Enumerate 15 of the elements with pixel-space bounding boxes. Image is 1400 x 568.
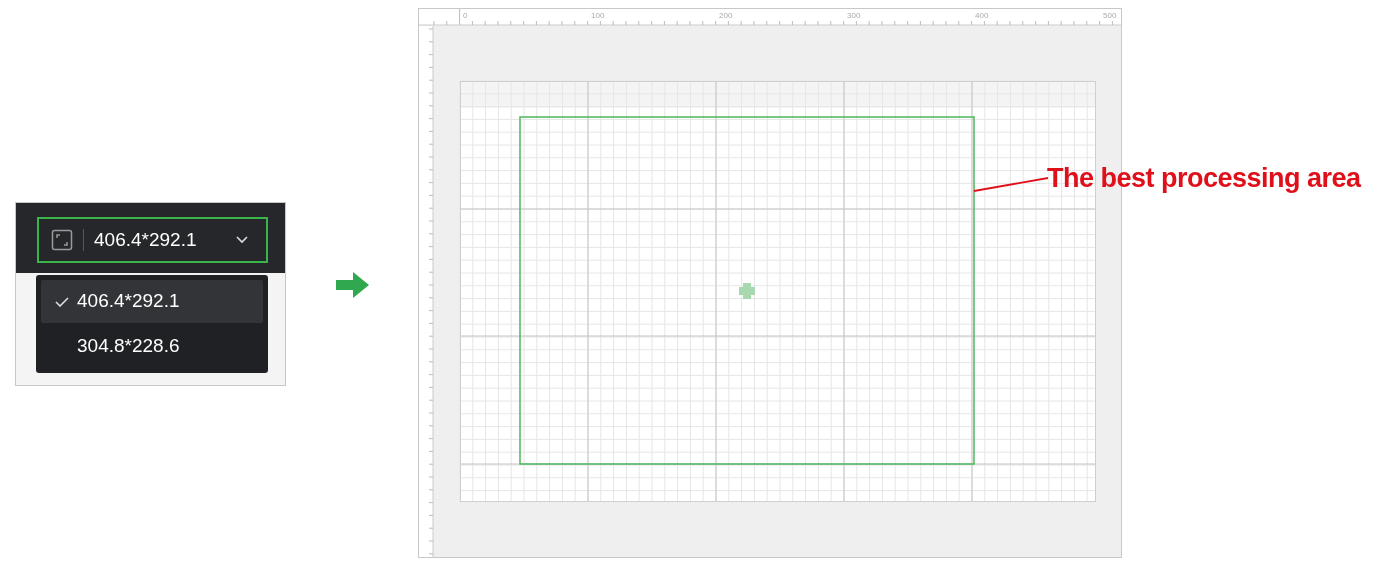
ruler-label: 0	[463, 11, 468, 20]
ruler-label: 100	[591, 11, 605, 20]
annotation-label: The best processing area	[1047, 162, 1361, 195]
ruler-label: 300	[847, 11, 861, 20]
ruler-label: 400	[975, 11, 989, 20]
dropdown-option[interactable]: 406.4*292.1	[41, 280, 263, 323]
cross-icon	[739, 283, 755, 299]
size-dropdown[interactable]: 406.4*292.1	[37, 217, 268, 263]
resize-icon	[51, 229, 73, 251]
arrow-right-icon	[336, 272, 369, 298]
chevron-down-icon	[236, 236, 248, 244]
check-icon	[55, 296, 69, 307]
ruler-label: 200	[719, 11, 733, 20]
dropdown-option[interactable]: 304.8*228.6	[41, 325, 263, 368]
ruler-label: 500	[1103, 11, 1117, 20]
